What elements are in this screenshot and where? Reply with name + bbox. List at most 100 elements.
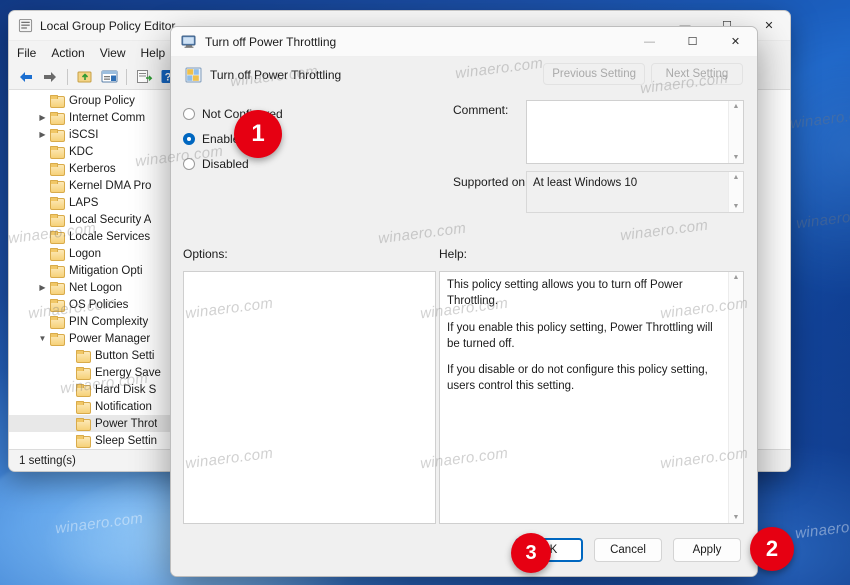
forward-arrow-icon[interactable] (40, 67, 60, 86)
menu-item-action[interactable]: Action (51, 46, 84, 60)
tree-item-label: Button Setti (95, 349, 155, 362)
tree-item-label: Sleep Settin (95, 434, 158, 447)
next-setting-button[interactable]: Next Setting (651, 63, 743, 85)
dialog-title: Turn off Power Throttling (205, 34, 337, 49)
radio-disabled-label: Disabled (202, 156, 249, 171)
help-scrollbar[interactable]: ▲ ▼ (728, 272, 743, 523)
folder-icon (50, 332, 65, 346)
setting-navigation-buttons: Previous Setting Next Setting (543, 63, 743, 85)
supported-on-value: At least Windows 10 (533, 177, 638, 189)
folder-icon (50, 94, 65, 108)
folder-icon (50, 230, 65, 244)
scroll-up-icon[interactable]: ▲ (733, 274, 740, 281)
tree-item-label: KDC (69, 145, 94, 158)
policy-setting-icon (181, 34, 197, 49)
menu-item-file[interactable]: File (17, 46, 36, 60)
turn-off-power-throttling-dialog[interactable]: Turn off Power Throttling — ☐ ✕ Turn off… (170, 26, 758, 577)
help-paragraph: If you disable or do not configure this … (447, 364, 708, 393)
tree-item-label: PIN Complexity (69, 315, 149, 328)
back-arrow-icon[interactable] (16, 67, 36, 86)
tree-item-label: Power Manager (69, 332, 151, 345)
chevron-right-icon[interactable]: ▶ (35, 283, 50, 292)
chevron-down-icon[interactable]: ▼ (35, 334, 50, 343)
options-label: Options: (183, 247, 228, 261)
cancel-button[interactable]: Cancel (594, 538, 662, 562)
radio-disabled-indicator[interactable] (183, 157, 195, 170)
folder-icon (76, 349, 91, 363)
folder-icon (76, 383, 91, 397)
folder-icon (50, 145, 65, 159)
dialog-panels-section: Options: Help: This policy setting allow… (171, 247, 757, 524)
folder-icon (50, 162, 65, 176)
help-paragraph: This policy setting allows you to turn o… (447, 279, 683, 307)
tree-item-label: Internet Comm (69, 111, 146, 124)
comment-value[interactable] (527, 101, 728, 163)
dialog-footer: OK Cancel Apply (171, 524, 757, 576)
scroll-down-icon[interactable]: ▼ (733, 203, 740, 210)
options-panel-content[interactable] (184, 272, 435, 523)
tree-item-label: iSCSI (69, 128, 99, 141)
tree-item-label: OS Policies (69, 298, 129, 311)
folder-icon (50, 315, 65, 329)
dialog-titlebar: Turn off Power Throttling — ☐ ✕ (171, 27, 757, 57)
apply-button[interactable]: Apply (673, 538, 741, 562)
folder-icon (76, 417, 91, 431)
maximize-button[interactable]: ☐ (671, 27, 714, 57)
close-button[interactable]: ✕ (714, 27, 757, 57)
tree-item-label: Local Security A (69, 213, 152, 226)
supported-on-field: At least Windows 10 ▲ ▼ (526, 171, 744, 213)
tree-item-label: Energy Save (95, 366, 161, 379)
folder-icon (50, 111, 65, 125)
supported-on-label: Supported on: (453, 175, 529, 189)
chevron-right-icon[interactable]: ▶ (35, 130, 50, 139)
supported-on-scrollbar[interactable]: ▲ ▼ (728, 172, 743, 212)
status-text: 1 setting(s) (19, 454, 76, 467)
callout-badge-1: 1 (234, 110, 282, 158)
help-panel-content: This policy setting allows you to turn o… (440, 272, 728, 523)
menu-item-help[interactable]: Help (141, 46, 166, 60)
scroll-down-icon[interactable]: ▼ (733, 154, 740, 161)
folder-icon (50, 213, 65, 227)
callout-badge-3: 3 (511, 533, 551, 573)
comment-scrollbar[interactable]: ▲ ▼ (728, 101, 743, 163)
dialog-header-title: Turn off Power Throttling (210, 68, 342, 82)
tree-item-label: Hard Disk S (95, 383, 157, 396)
scroll-up-icon[interactable]: ▲ (733, 103, 740, 110)
help-paragraph: If you enable this policy setting, Power… (447, 321, 713, 350)
folder-icon (50, 264, 65, 278)
folder-icon (50, 179, 65, 193)
options-panel[interactable] (183, 271, 436, 524)
minimize-button[interactable]: — (628, 27, 671, 57)
help-label: Help: (439, 247, 468, 261)
properties-icon[interactable] (99, 67, 119, 86)
radio-enabled-indicator[interactable] (183, 132, 195, 145)
toolbar-separator (67, 68, 68, 85)
export-list-icon[interactable] (134, 67, 154, 86)
tree-item-label: Kerberos (69, 162, 116, 175)
scroll-up-icon[interactable]: ▲ (733, 174, 740, 181)
policy-header-icon (185, 67, 202, 83)
folder-icon (50, 128, 65, 142)
up-folder-icon[interactable] (75, 67, 95, 86)
chevron-right-icon[interactable]: ▶ (35, 113, 50, 122)
tree-item-label: LAPS (69, 196, 99, 209)
tree-item-label: Group Policy (69, 94, 135, 107)
tree-item-label: Logon (69, 247, 101, 260)
help-panel[interactable]: This policy setting allows you to turn o… (439, 271, 744, 524)
tree-item-label: Notification (95, 400, 152, 413)
radio-disabled[interactable]: Disabled (183, 151, 303, 176)
comment-field[interactable]: ▲ ▼ (526, 100, 744, 164)
previous-setting-button[interactable]: Previous Setting (543, 63, 645, 85)
scroll-down-icon[interactable]: ▼ (733, 514, 740, 521)
folder-icon (50, 281, 65, 295)
dialog-header-row: Turn off Power Throttling Previous Setti… (171, 57, 757, 93)
folder-icon (76, 366, 91, 380)
tree-item-label: Locale Services (69, 230, 151, 243)
folder-icon (76, 400, 91, 414)
menu-item-view[interactable]: View (100, 46, 126, 60)
callout-badge-2: 2 (750, 527, 794, 571)
toolbar-separator (126, 68, 127, 85)
radio-not-configured-indicator[interactable] (183, 107, 195, 120)
tree-item-label: Mitigation Opti (69, 264, 143, 277)
tree-item-label: Kernel DMA Pro (69, 179, 152, 192)
